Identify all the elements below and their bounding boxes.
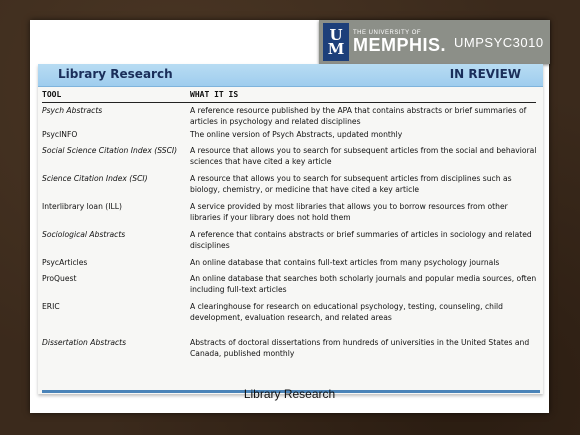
brand-wordmark: THE UNIVERSITY OF MEMPHIS. [353,30,446,54]
row-description: A clearinghouse for research on educatio… [190,302,503,322]
row-tool: Dissertation Abstracts [42,338,127,347]
table-banner: Library Research IN REVIEW [38,64,543,87]
slide-caption: Library Research [243,387,336,401]
university-brand-bar: UM THE UNIVERSITY OF MEMPHIS. UMPSYC3010 [319,20,550,64]
course-code: UMPSYC3010 [454,34,544,50]
row-tool: PsycArticles [42,258,88,267]
row-tool: ERIC [42,302,60,311]
row-tool: Social Science Citation Index (SSCI) [42,146,178,155]
row-description: The online version of Psych Abstracts, u… [190,130,403,139]
row-description: Abstracts of doctoral dissertations from… [190,338,530,358]
row-tool: PsycINFO [42,130,78,139]
column-header-what: WHAT IT IS [190,90,239,99]
row-tool: Science Citation Index (SCI) [42,174,148,183]
university-logo-icon: UM [323,23,349,61]
row-tool: Psych Abstracts [42,106,103,115]
row-description: A resource that allows you to search for… [190,146,537,166]
row-description: An online database that searches both sc… [190,274,537,294]
library-research-table: Library Research IN REVIEW TOOL WHAT IT … [38,64,543,394]
header-divider [42,102,536,103]
row-description: A resource that allows you to search for… [190,174,512,194]
row-description: A reference that contains abstracts or b… [190,230,532,250]
table-tag: IN REVIEW [449,67,521,81]
slide: UM THE UNIVERSITY OF MEMPHIS. UMPSYC3010… [30,20,550,413]
row-tool: Sociological Abstracts [42,230,126,239]
brand-name: MEMPHIS. [353,35,447,55]
row-tool: ProQuest [42,274,77,283]
table-title: Library Research [58,67,173,81]
column-header-tool: TOOL [42,90,62,99]
row-description: A reference resource published by the AP… [190,106,527,126]
row-description: A service provided by most libraries tha… [190,202,508,222]
row-description: An online database that contains full-te… [190,258,500,267]
row-tool: Interlibrary loan (ILL) [42,202,122,211]
